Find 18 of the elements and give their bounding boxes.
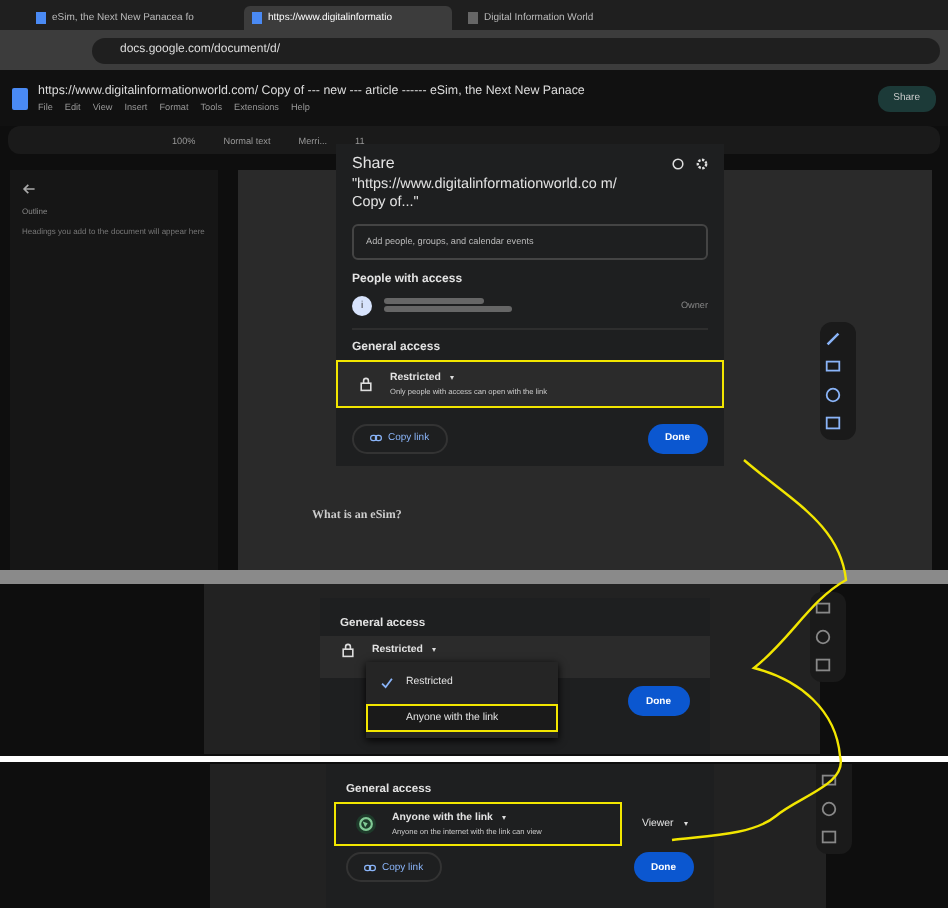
back-arrow-icon[interactable] — [22, 182, 36, 196]
link-icon — [370, 434, 382, 443]
lock-icon — [358, 375, 374, 392]
check-icon — [380, 675, 394, 689]
caret-icon — [683, 822, 688, 826]
lock-icon — [340, 642, 356, 658]
document-icon — [468, 12, 478, 24]
document-icon — [252, 12, 262, 24]
document-icon — [12, 87, 28, 109]
link-icon — [364, 863, 376, 871]
settings-icon[interactable] — [696, 157, 708, 169]
caret-icon — [432, 648, 437, 652]
redacted-name-drawing — [384, 298, 512, 313]
dialog-title: Share — [352, 154, 395, 172]
caret-icon — [502, 816, 507, 820]
caret-icon — [450, 375, 455, 380]
document-icon — [36, 12, 46, 24]
globe-icon — [356, 814, 376, 834]
